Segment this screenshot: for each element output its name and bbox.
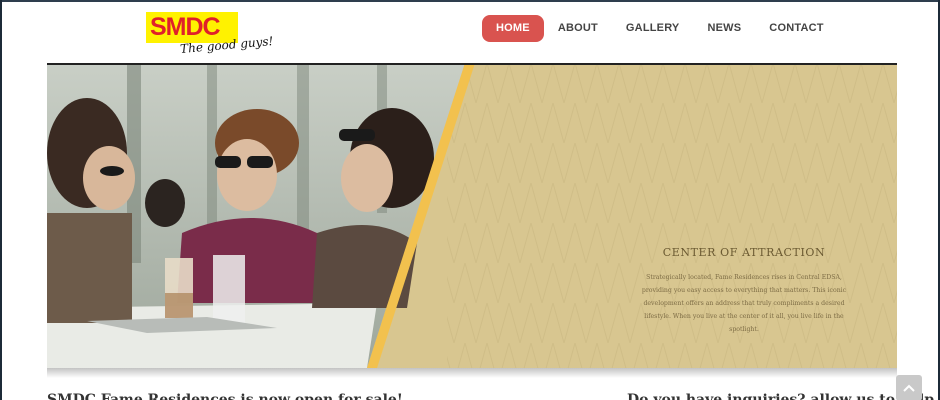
top-border (0, 0, 940, 2)
hero-body: Strategically located, Fame Residences r… (641, 274, 847, 333)
section-heading-inquiries: Do you have inquiries? allow us to help (627, 392, 935, 400)
section-heading-promo: SMDC Fame Residences is now open for sal… (47, 392, 403, 400)
nav-contact[interactable]: CONTACT (755, 15, 837, 42)
hero-top-border (47, 63, 897, 65)
nav-gallery[interactable]: GALLERY (612, 15, 694, 42)
left-border (0, 0, 2, 400)
scroll-to-top-button[interactable] (896, 375, 922, 400)
site-logo[interactable]: SMDC The good guys! (146, 12, 274, 58)
hero-shadow (47, 368, 897, 378)
nav-news[interactable]: NEWS (693, 15, 755, 42)
hero-banner: CENTER OF ATTRACTION Strategically locat… (47, 63, 897, 368)
hero-title: CENTER OF ATTRACTION (662, 246, 826, 259)
nav-home[interactable]: HOME (482, 15, 544, 42)
nav-about[interactable]: ABOUT (544, 15, 612, 42)
main-nav: HOME ABOUT GALLERY NEWS CONTACT (482, 15, 838, 42)
logo-brand-text: SMDC (150, 13, 221, 41)
hero-text-block: CENTER OF ATTRACTION Strategically locat… (633, 246, 855, 336)
chevron-up-icon (903, 384, 915, 392)
